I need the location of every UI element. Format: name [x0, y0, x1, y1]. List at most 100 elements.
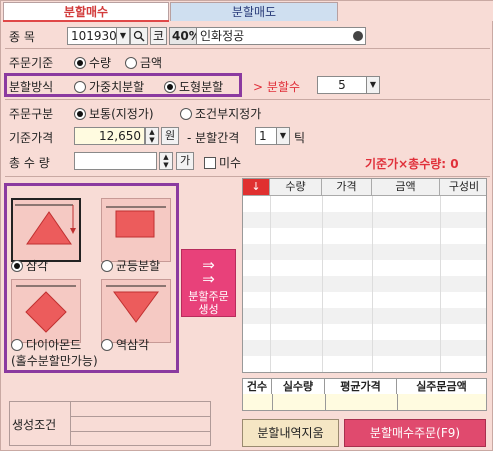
- split-gap-unit: 틱: [294, 131, 306, 145]
- split-order-grid[interactable]: ↓ 수량 가격 금액 구성비: [242, 178, 487, 373]
- stock-code-dropdown[interactable]: ▼: [116, 27, 130, 45]
- radio-unselected-icon: [11, 339, 23, 351]
- order-type-cond-radio[interactable]: 조건부지정가: [180, 105, 261, 122]
- double-arrow-icon: ⇒ ⇒: [202, 256, 215, 288]
- generation-condition-box: 생성조건: [9, 401, 211, 446]
- grid-row[interactable]: [243, 340, 486, 356]
- clear-split-history-button[interactable]: 분할내역지움: [242, 419, 339, 447]
- generate-split-order-button[interactable]: ⇒ ⇒ 분할주문 생성: [181, 249, 236, 317]
- split-buy-order-button[interactable]: 분할매수주문(F9): [344, 419, 486, 447]
- order-basis-amount-radio[interactable]: 금액: [125, 54, 162, 71]
- total-qty-spinner[interactable]: ▲ ▼: [159, 152, 173, 170]
- stock-info-icon[interactable]: [353, 31, 363, 41]
- grid-col-line: [322, 196, 323, 372]
- summary-header: 건수 실수량 평균가격 실주문금액: [242, 378, 487, 395]
- shape-even-label: 균등분할: [116, 259, 161, 273]
- shape-inverse-radio[interactable]: 역삼각: [101, 336, 149, 353]
- active-tab-indicator: [3, 20, 169, 22]
- search-button[interactable]: [130, 27, 148, 45]
- split-gap-label: - 분할간격: [187, 131, 240, 145]
- summary-values-row: [242, 394, 487, 411]
- grid-col-qty[interactable]: 수량: [270, 179, 322, 195]
- grid-row[interactable]: [243, 212, 486, 228]
- base-price-label: 기준가격: [9, 131, 54, 145]
- generate-button-line2: 생성: [198, 303, 219, 316]
- price-unit-button[interactable]: 원: [161, 127, 179, 145]
- split-buy-window: 분할매수 분할매도 종 목 101930 ▼ 코 40% 인화정공 주문기준 수…: [0, 0, 493, 451]
- summary-divider: [397, 394, 398, 410]
- inverse-triangle-shape-icon: [106, 285, 166, 323]
- split-weighted-radio[interactable]: 가중치분할: [74, 78, 144, 95]
- total-qty-input[interactable]: [74, 152, 157, 170]
- base-price-input[interactable]: 12,650: [74, 127, 145, 145]
- radio-selected-icon: [11, 260, 23, 272]
- split-weighted-label: 가중치분할: [89, 80, 145, 94]
- shape-even-radio[interactable]: 균등분할: [101, 257, 160, 274]
- search-icon: [133, 30, 145, 42]
- grid-col-price[interactable]: 가격: [322, 179, 372, 195]
- radio-unselected-icon: [125, 57, 137, 69]
- base-price-spinner[interactable]: ▲ ▼: [145, 127, 159, 145]
- grid-row[interactable]: [243, 244, 486, 260]
- split-shape-label: 도형분할: [179, 80, 224, 94]
- grid-col-amount[interactable]: 금액: [372, 179, 440, 195]
- grid-col-line: [372, 196, 373, 372]
- order-basis-qty-label: 수량: [89, 56, 112, 70]
- split-gap-dropdown[interactable]: ▼: [276, 127, 290, 145]
- grid-row[interactable]: [243, 228, 486, 244]
- shape-inverse-label: 역삼각: [116, 338, 150, 352]
- grid-row[interactable]: [243, 260, 486, 276]
- grid-col-sort[interactable]: ↓: [243, 179, 270, 195]
- split-count-dropdown[interactable]: ▼: [366, 76, 380, 94]
- divider: [5, 99, 490, 100]
- stock-code-input[interactable]: 101930: [67, 27, 117, 45]
- order-type-normal-radio[interactable]: 보통(지정가): [74, 105, 154, 122]
- stock-name-field: 인화정공: [196, 27, 366, 45]
- grid-row[interactable]: [243, 196, 486, 212]
- split-count-label: > 분할수: [253, 80, 300, 94]
- grid-header: ↓ 수량 가격 금액 구성비: [243, 179, 486, 196]
- grid-col-line: [270, 196, 271, 372]
- diamond-note: (홀수분할만가능): [11, 354, 98, 368]
- radio-selected-icon: [74, 108, 86, 120]
- shape-triangle-card[interactable]: [11, 198, 81, 262]
- split-shape-radio[interactable]: 도형분할: [164, 78, 223, 95]
- order-type-cond-label: 조건부지정가: [195, 107, 262, 121]
- divider: [5, 176, 490, 177]
- split-gap-input[interactable]: 1: [255, 127, 277, 145]
- unfilled-checkbox[interactable]: 미수: [204, 154, 241, 171]
- triangle-shape-icon: [15, 204, 76, 245]
- margin-ratio-badge: 40%: [169, 27, 197, 45]
- shape-triangle-radio[interactable]: 삼각: [11, 257, 48, 274]
- grid-row[interactable]: [243, 356, 486, 372]
- grid-row[interactable]: [243, 324, 486, 340]
- radio-unselected-icon: [180, 108, 192, 120]
- market-badge: 코: [150, 27, 167, 45]
- shape-diamond-card[interactable]: [11, 279, 81, 343]
- shape-diamond-radio[interactable]: 다이아몬드: [11, 336, 81, 353]
- shape-triangle-label: 삼각: [26, 259, 49, 273]
- order-basis-qty-radio[interactable]: 수량: [74, 54, 111, 71]
- stock-label: 종 목: [9, 30, 35, 44]
- grid-col-line: [440, 196, 441, 372]
- total-qty-label: 총 수 량: [9, 156, 50, 170]
- tab-split-sell[interactable]: 분할매도: [170, 2, 338, 21]
- grid-row[interactable]: [243, 292, 486, 308]
- shape-inverse-card[interactable]: [101, 279, 171, 343]
- grid-row[interactable]: [243, 276, 486, 292]
- tab-split-buy[interactable]: 분할매수: [3, 2, 169, 21]
- grid-row[interactable]: [243, 308, 486, 324]
- radio-unselected-icon: [74, 81, 86, 93]
- radio-unselected-icon: [101, 339, 113, 351]
- summary-divider: [325, 394, 326, 410]
- rectangle-shape-icon: [106, 206, 166, 238]
- qty-ga-button[interactable]: 가: [176, 152, 194, 170]
- shape-even-card[interactable]: [101, 198, 171, 262]
- grid-col-ratio[interactable]: 구성비: [440, 179, 488, 195]
- radio-selected-icon: [164, 81, 176, 93]
- generation-condition-label: 생성조건: [12, 418, 57, 432]
- condition-divider: [70, 402, 71, 445]
- order-type-normal-label: 보통(지정가): [89, 107, 154, 121]
- split-count-input[interactable]: 5: [317, 76, 367, 94]
- summary-col-avg-price: 평균가격: [325, 379, 397, 394]
